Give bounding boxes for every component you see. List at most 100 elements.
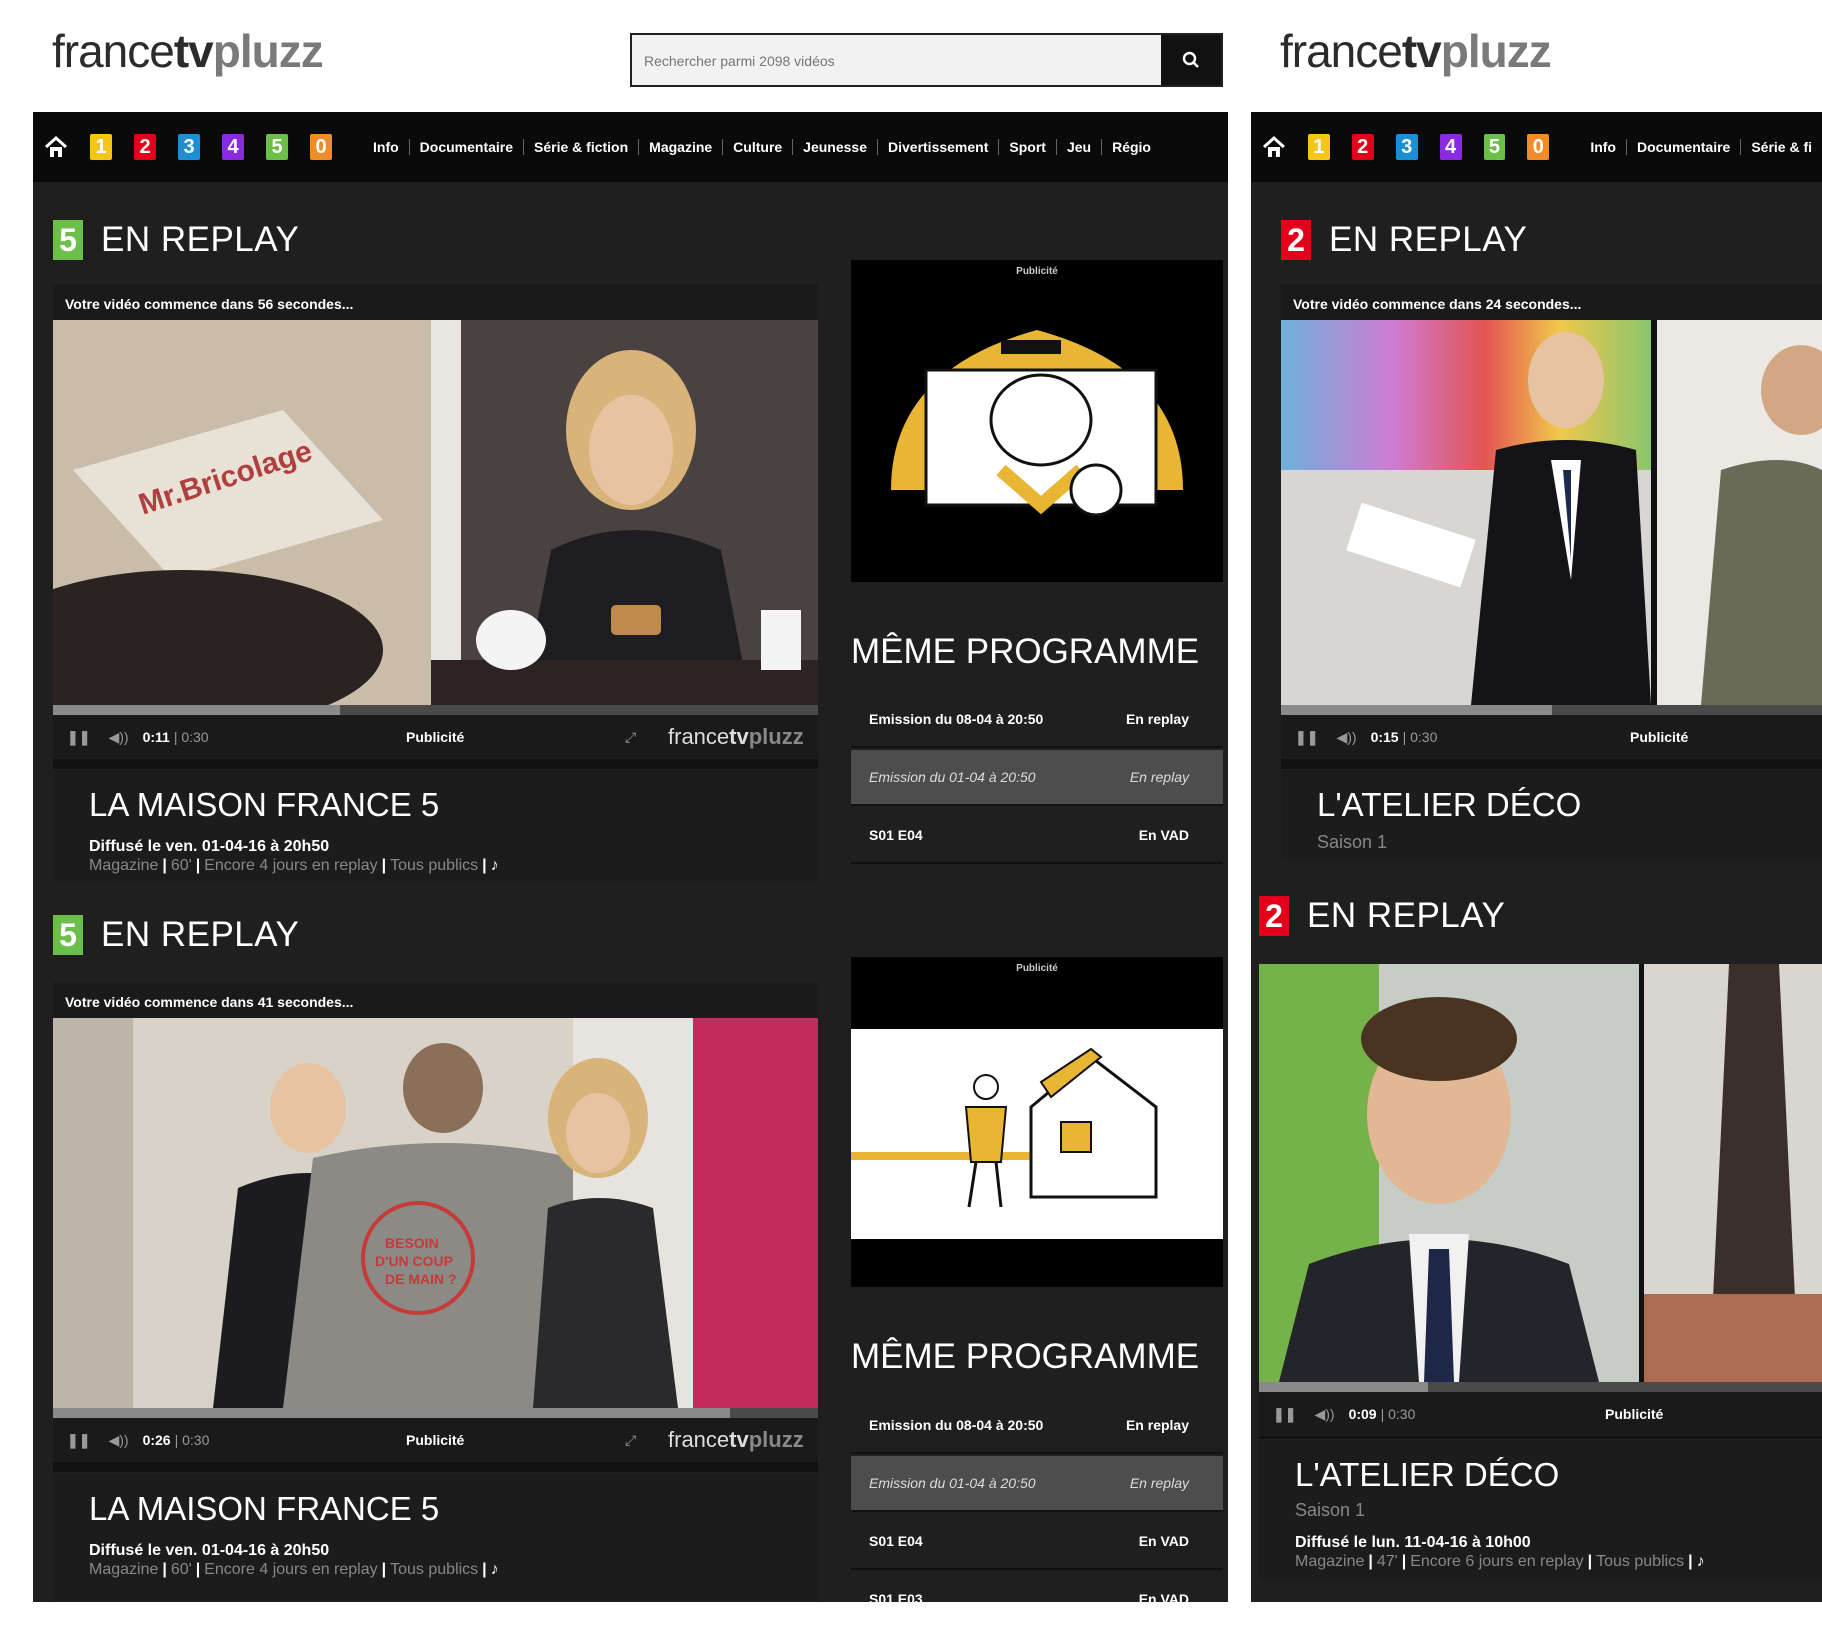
- progress-bar[interactable]: [53, 1408, 818, 1418]
- video-still-man-closeup: [1259, 964, 1822, 1382]
- pause-icon[interactable]: ❚❚: [67, 729, 90, 746]
- video-still-magazine: Mr.Bricolage: [53, 320, 431, 705]
- nav-item-divertissement[interactable]: Divertissement: [878, 139, 1000, 155]
- section-header-replay: 2 EN REPLAY: [1281, 220, 1527, 260]
- home-icon[interactable]: [43, 134, 69, 160]
- program-meta: Magazine | 47' | Encore 6 jours en replay | To…: [1295, 1553, 1705, 1570]
- program-title[interactable]: LA MAISON FRANCE 5: [89, 1490, 439, 1528]
- episode-label: Emission du 08-04 à 20:50: [869, 1417, 1044, 1433]
- francetv-pluzz-logo-right[interactable]: francetvpluzz: [1280, 24, 1552, 78]
- nav-item-info[interactable]: Info: [363, 139, 410, 155]
- progress-fill: [53, 1408, 731, 1418]
- episode-label: Emission du 01-04 à 20:50: [869, 1475, 1036, 1491]
- episode-row[interactable]: S01 E04 En VAD: [851, 808, 1223, 864]
- france5-badge: 5: [53, 220, 83, 260]
- current-time: 0:26: [142, 1432, 171, 1448]
- broadcast-date: Diffusé le ven. 01-04-16 à 20h50: [89, 1542, 330, 1559]
- nav-item-culture[interactable]: Culture: [723, 139, 794, 155]
- video-player-1[interactable]: Votre vidéo commence dans 56 secondes...…: [53, 284, 818, 769]
- volume-icon[interactable]: ◀︎)): [108, 1432, 128, 1449]
- broadcast-date: Diffusé le ven. 01-04-16 à 20h50: [89, 838, 330, 855]
- nav-item-serie-fiction[interactable]: Série & fiction: [524, 139, 640, 155]
- episode-row[interactable]: Emission du 08-04 à 20:50 En replay: [851, 1398, 1223, 1454]
- video-player-2[interactable]: Votre vidéo commence dans 41 secondes...…: [53, 982, 818, 1472]
- program-title[interactable]: L'ATELIER DÉCO: [1317, 786, 1581, 824]
- channel-0-button[interactable]: 0: [1527, 134, 1550, 160]
- search-input[interactable]: [632, 35, 1166, 87]
- program-meta: Magazine | 60' | Encore 4 jours en replay | To…: [89, 1561, 499, 1578]
- channel-0-button[interactable]: 0: [310, 134, 332, 160]
- home-icon[interactable]: [1261, 134, 1287, 160]
- episode-status: En VAD: [1138, 1533, 1189, 1549]
- program-title[interactable]: LA MAISON FRANCE 5: [89, 786, 439, 824]
- video-frame[interactable]: Mr.Bricolage: [53, 320, 818, 705]
- logo-text-pluzz: pluzz: [212, 25, 324, 77]
- channel-4-button[interactable]: 4: [1439, 134, 1462, 160]
- availability: Encore 4 jours en replay: [204, 857, 378, 874]
- volume-icon[interactable]: ◀︎)): [1314, 1406, 1334, 1423]
- section-title: EN REPLAY: [1329, 220, 1528, 259]
- channel-3-button[interactable]: 3: [178, 134, 200, 160]
- channel-2-button[interactable]: 2: [134, 134, 156, 160]
- duration: | 0:30: [1380, 1406, 1416, 1422]
- france2-badge: 2: [1281, 220, 1311, 260]
- episode-row[interactable]: S01 E03 En VAD: [851, 1572, 1223, 1602]
- nav-item-serie-fiction[interactable]: Série & fi: [1741, 139, 1822, 155]
- pause-icon[interactable]: ❚❚: [67, 1432, 90, 1449]
- svg-text:DE MAIN ?: DE MAIN ?: [385, 1271, 457, 1287]
- episode-row-selected[interactable]: Emission du 01-04 à 20:50 En replay: [851, 1456, 1223, 1512]
- channel-1-button[interactable]: 1: [90, 134, 112, 160]
- program-season: Saison 1: [1317, 832, 1388, 852]
- video-player-4[interactable]: ❚❚ ◀︎)) 0:09 | 0:30 Publicité: [1259, 964, 1822, 1439]
- program-info-2: LA MAISON FRANCE 5 Diffusé le ven. 01-04…: [53, 1474, 818, 1602]
- episode-row-selected[interactable]: Emission du 01-04 à 20:50 En replay: [851, 750, 1223, 806]
- nav-item-documentaire[interactable]: Documentaire: [1627, 139, 1742, 155]
- channel-5-button[interactable]: 5: [266, 134, 288, 160]
- logo-text-france: france: [1280, 25, 1403, 77]
- pause-icon[interactable]: ❚❚: [1273, 1406, 1296, 1423]
- nav-item-documentaire[interactable]: Documentaire: [410, 139, 525, 155]
- ad-label: Publicité: [406, 1432, 465, 1448]
- section-title: EN REPLAY: [101, 915, 300, 954]
- ad-panel-2[interactable]: Publicité: [851, 957, 1223, 1287]
- availability: Encore 6 jours en replay: [1410, 1553, 1584, 1570]
- video-player-3[interactable]: Votre vidéo commence dans 24 secondes...…: [1281, 284, 1822, 769]
- channel-4-button[interactable]: 4: [222, 134, 244, 160]
- episode-row[interactable]: Emission du 08-04 à 20:50 En replay: [851, 692, 1223, 748]
- left-panel: 1 2 3 4 5 0 Info Documentaire Série & fi…: [33, 112, 1228, 1602]
- player-controls: ❚❚ ◀︎)) 0:15 | 0:30 Publicité: [1281, 715, 1822, 759]
- search-button[interactable]: [1161, 35, 1221, 85]
- progress-fill: [1259, 1382, 1428, 1392]
- volume-icon[interactable]: ◀︎)): [1336, 729, 1356, 746]
- channel-5-button[interactable]: 5: [1483, 134, 1506, 160]
- progress-bar[interactable]: [1281, 705, 1822, 715]
- channel-1-button[interactable]: 1: [1307, 134, 1330, 160]
- nav-item-jeu[interactable]: Jeu: [1057, 139, 1103, 155]
- section-header-replay-2: 2 EN REPLAY: [1259, 896, 1505, 936]
- progress-bar[interactable]: [1259, 1382, 1822, 1392]
- nav-item-jeunesse[interactable]: Jeunesse: [793, 139, 878, 155]
- ad-panel-1[interactable]: Publicité: [851, 260, 1223, 582]
- fullscreen-icon[interactable]: ⤢: [625, 1432, 636, 1449]
- nav-item-info[interactable]: Info: [1580, 139, 1627, 155]
- same-program-title: MÊME PROGRAMME: [851, 1337, 1200, 1376]
- progress-bar[interactable]: [53, 705, 818, 715]
- episode-row[interactable]: S01 E04 En VAD: [851, 1514, 1223, 1570]
- pause-icon[interactable]: ❚❚: [1295, 729, 1318, 746]
- video-frame[interactable]: [1281, 320, 1822, 705]
- logo-text-tv: tv: [173, 25, 214, 77]
- nav-item-regions[interactable]: Régio: [1102, 139, 1161, 155]
- program-title[interactable]: L'ATELIER DÉCO: [1295, 1456, 1559, 1494]
- video-frame[interactable]: BESOIN D'UN COUP DE MAIN ?: [53, 1018, 818, 1408]
- francetv-pluzz-logo[interactable]: francetvpluzz: [52, 24, 324, 78]
- fullscreen-icon[interactable]: ⤢: [625, 729, 636, 746]
- channel-2-button[interactable]: 2: [1351, 134, 1374, 160]
- same-program-title: MÊME PROGRAMME: [851, 632, 1200, 671]
- channel-3-button[interactable]: 3: [1395, 134, 1418, 160]
- volume-icon[interactable]: ◀︎)): [108, 729, 128, 746]
- audio-description-icon: ♪: [490, 857, 499, 874]
- nav-item-magazine[interactable]: Magazine: [639, 139, 724, 155]
- video-frame[interactable]: [1259, 964, 1822, 1382]
- episode-label: Emission du 08-04 à 20:50: [869, 711, 1044, 727]
- nav-item-sport[interactable]: Sport: [999, 139, 1057, 155]
